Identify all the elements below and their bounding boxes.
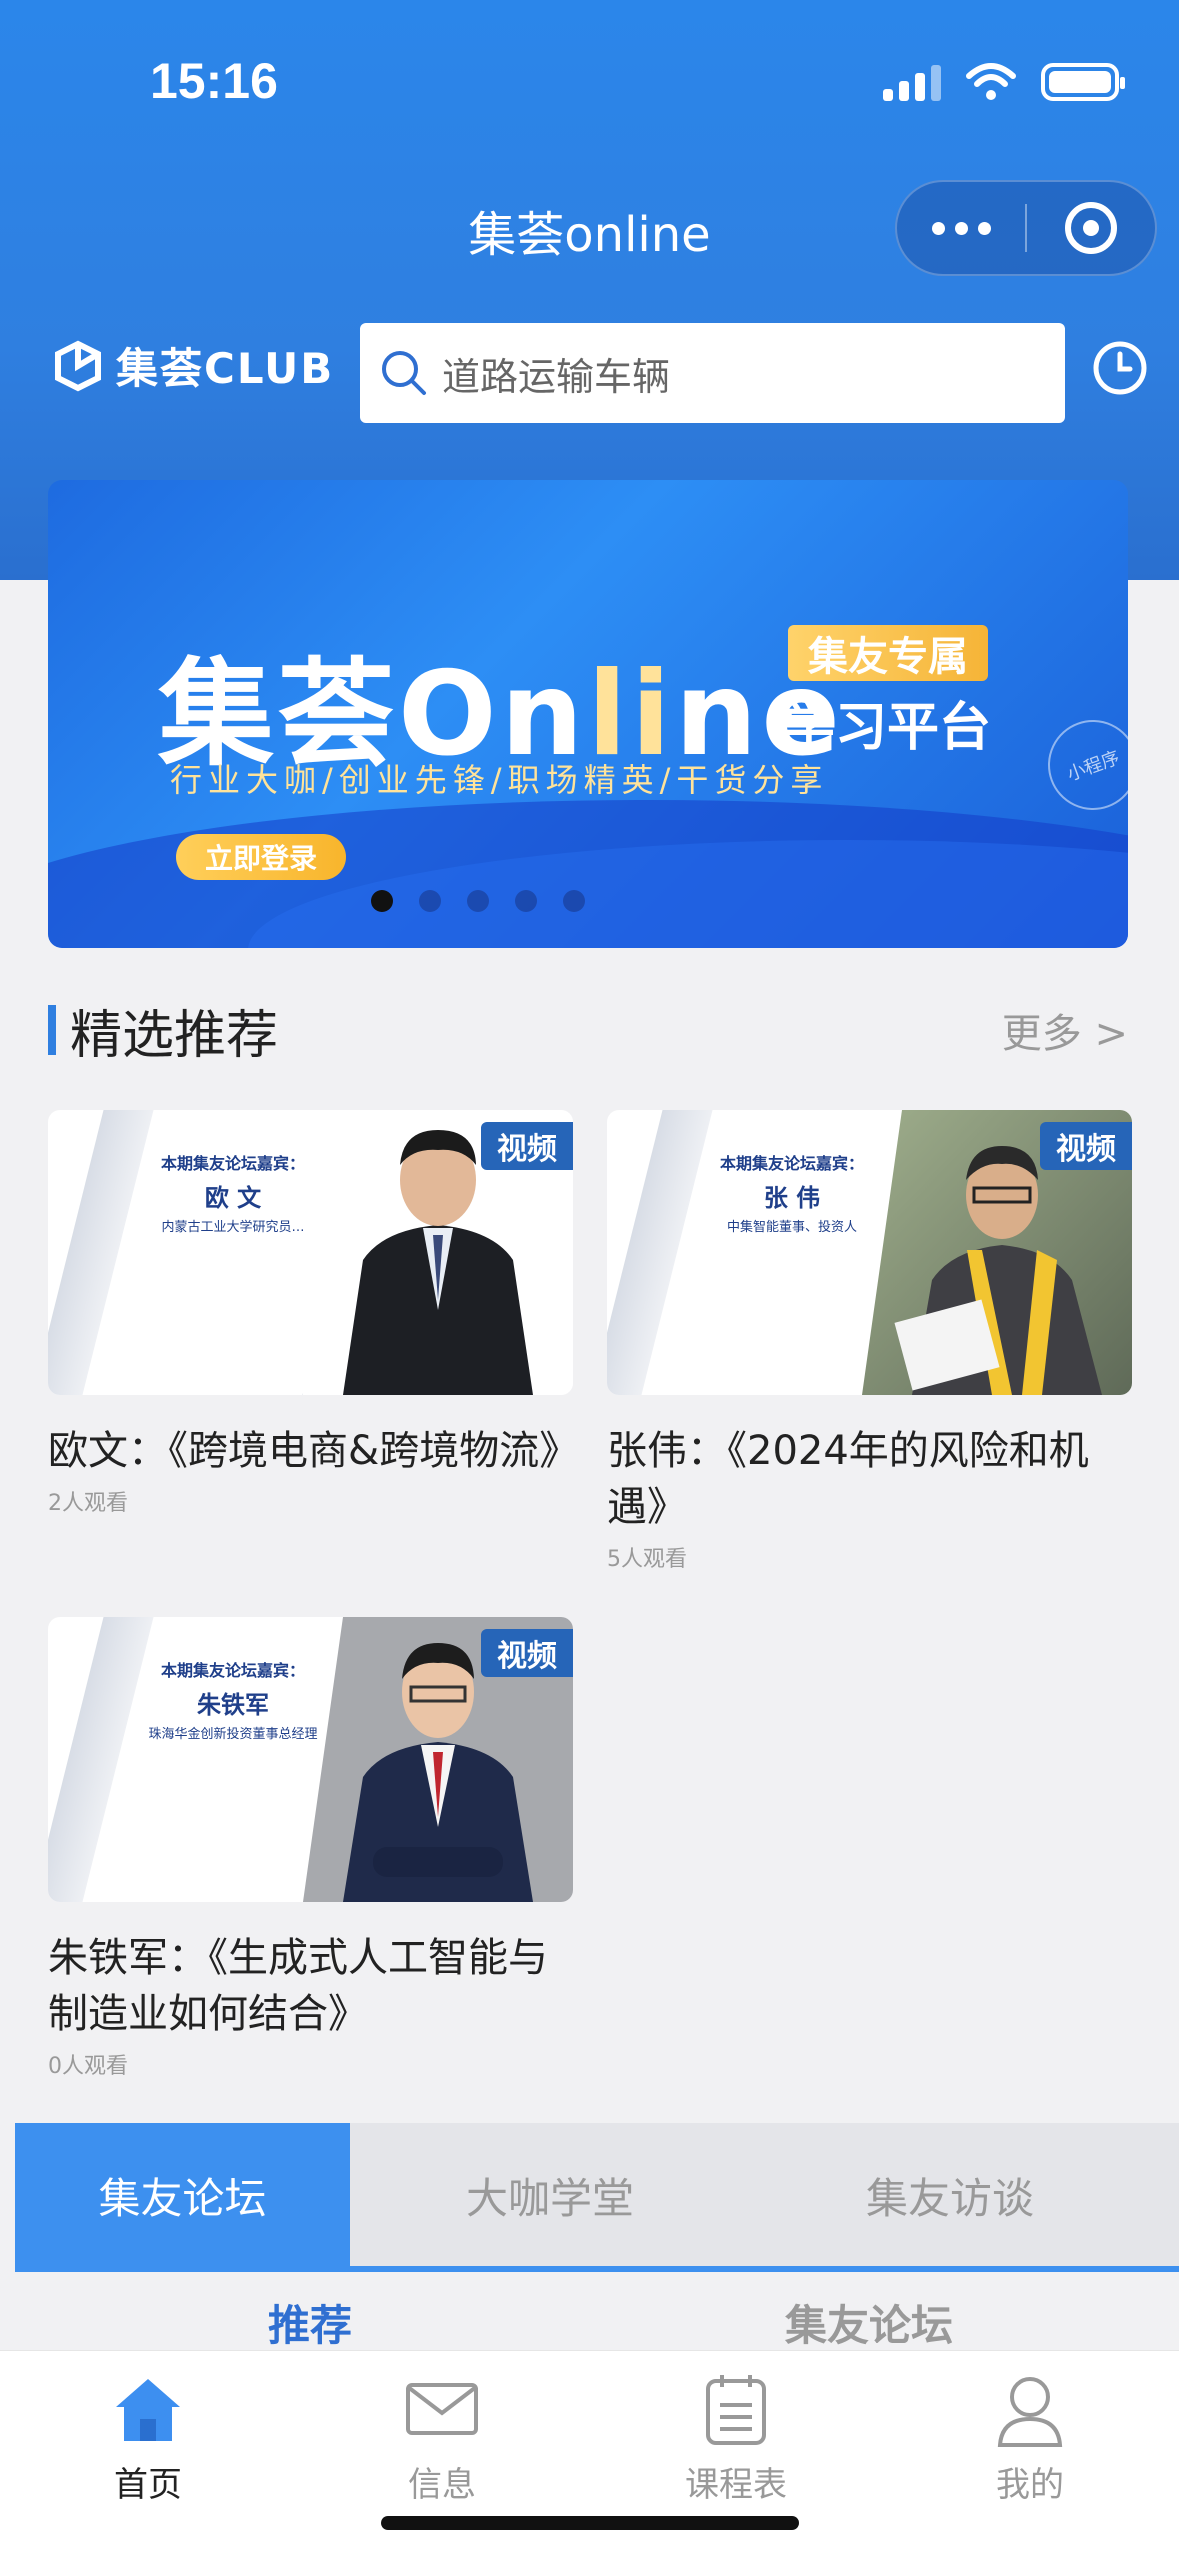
status-time: 15:16 [150, 53, 278, 109]
banner-tag: 集友专属 [788, 625, 988, 681]
status-icons [883, 62, 1125, 102]
carousel-dot[interactable] [419, 890, 441, 912]
banner-login-button[interactable]: 立即登录 [176, 834, 346, 880]
section-accent-bar [48, 1005, 56, 1055]
logo-text: 集荟CLUB [116, 344, 335, 393]
search-icon [382, 351, 426, 395]
more-options-button[interactable] [897, 180, 1025, 276]
section-title: 精选推荐 [70, 1005, 279, 1066]
banner-subtitle: 学习平台 [783, 698, 992, 758]
nav-schedule[interactable]: 课程表 [636, 2369, 836, 2506]
signal-icon [883, 63, 941, 101]
nav-schedule-label: 课程表 [685, 2465, 787, 2505]
subtab-recommend[interactable]: 推荐 [268, 2292, 352, 2353]
nav-home[interactable]: 首页 [48, 2369, 248, 2506]
view-count: 2人观看 [48, 1491, 128, 1516]
promo-banner[interactable]: 集荟Online 集友专属 学习平台 行业大咖/创业先锋/职场精英/干货分享 立… [48, 480, 1128, 948]
battery-icon [1041, 63, 1125, 101]
carousel-dot[interactable] [515, 890, 537, 912]
video-card[interactable]: 本期集友论坛嘉宾： 欧 文 内蒙古工业大学研究员… 视频 欧文：《跨境电商&跨境… [48, 1110, 579, 1517]
video-card[interactable]: 本期集友论坛嘉宾： 朱铁军 珠海华金创新投资董事总经理 视频 朱铁军：《生成式人… [48, 1617, 573, 2080]
video-title[interactable]: 张伟：《2024年的风险和机遇》 [607, 1423, 1132, 1535]
video-thumbnail[interactable]: 本期集友论坛嘉宾： 欧 文 内蒙古工业大学研究员… 视频 [48, 1110, 573, 1395]
view-count: 5人观看 [607, 1547, 687, 1572]
home-icon [116, 2379, 180, 2441]
tab-masters-class[interactable]: 大咖学堂 [350, 2123, 750, 2268]
video-badge: 视频 [481, 1629, 573, 1677]
sub-tabs: 推荐 集友论坛 [0, 2272, 1179, 2352]
logo-mark-icon [55, 340, 101, 391]
category-tabs: 集友论坛 大咖学堂 集友访谈 [15, 2123, 1179, 2268]
nav-messages[interactable]: 信息 [342, 2369, 542, 2506]
carousel-dots [48, 890, 1128, 912]
banner-slogan: 行业大咖/创业先锋/职场精英/干货分享 [170, 761, 829, 799]
view-count: 0人观看 [48, 2054, 128, 2079]
video-badge: 视频 [1040, 1122, 1132, 1170]
nav-profile[interactable]: 我的 [930, 2369, 1130, 2506]
video-thumbnail[interactable]: 本期集友论坛嘉宾： 张 伟 中集智能董事、投资人 视频 [607, 1110, 1132, 1395]
close-miniprogram-button[interactable] [1027, 180, 1155, 276]
carousel-dot[interactable] [563, 890, 585, 912]
mail-icon [406, 2383, 478, 2435]
nav-profile-label: 我的 [996, 2465, 1064, 2505]
carousel-dot[interactable] [467, 890, 489, 912]
video-card[interactable]: 本期集友论坛嘉宾： 张 伟 中集智能董事、投资人 视频 张伟：《2024年的风险… [607, 1110, 1132, 1573]
more-link[interactable]: 更多 > [1002, 1001, 1128, 1059]
clock-icon[interactable] [1092, 340, 1148, 396]
video-badge: 视频 [481, 1122, 573, 1170]
subtab-forum[interactable]: 集友论坛 [785, 2292, 953, 2353]
carousel-dot[interactable] [371, 890, 393, 912]
wifi-icon [966, 63, 1016, 100]
user-icon [997, 2377, 1063, 2447]
video-title[interactable]: 朱铁军：《生成式人工智能与制造业如何结合》 [48, 1930, 573, 2042]
tab-interviews[interactable]: 集友访谈 [750, 2123, 1150, 2268]
tab-forum[interactable]: 集友论坛 [15, 2123, 350, 2268]
calendar-icon [706, 2375, 766, 2445]
video-thumbnail[interactable]: 本期集友论坛嘉宾： 朱铁军 珠海华金创新投资董事总经理 视频 [48, 1617, 573, 1902]
nav-home-label: 首页 [114, 2465, 182, 2505]
bottom-navigation: 首页 信息 课程表 我的 [0, 2350, 1179, 2556]
video-title[interactable]: 欧文：《跨境电商&跨境物流》 [48, 1423, 579, 1479]
mini-program-badge: 小程序 [1035, 707, 1128, 823]
nav-messages-label: 信息 [408, 2465, 476, 2505]
search-placeholder: 道路运输车辆 [442, 354, 671, 399]
search-input[interactable]: 道路运输车辆 [360, 323, 1065, 423]
miniprogram-capsule [895, 180, 1157, 276]
featured-section-header: 精选推荐 更多 > [48, 995, 1128, 1066]
home-indicator [381, 2516, 799, 2530]
brand-logo: 集荟CLUB [48, 335, 334, 396]
